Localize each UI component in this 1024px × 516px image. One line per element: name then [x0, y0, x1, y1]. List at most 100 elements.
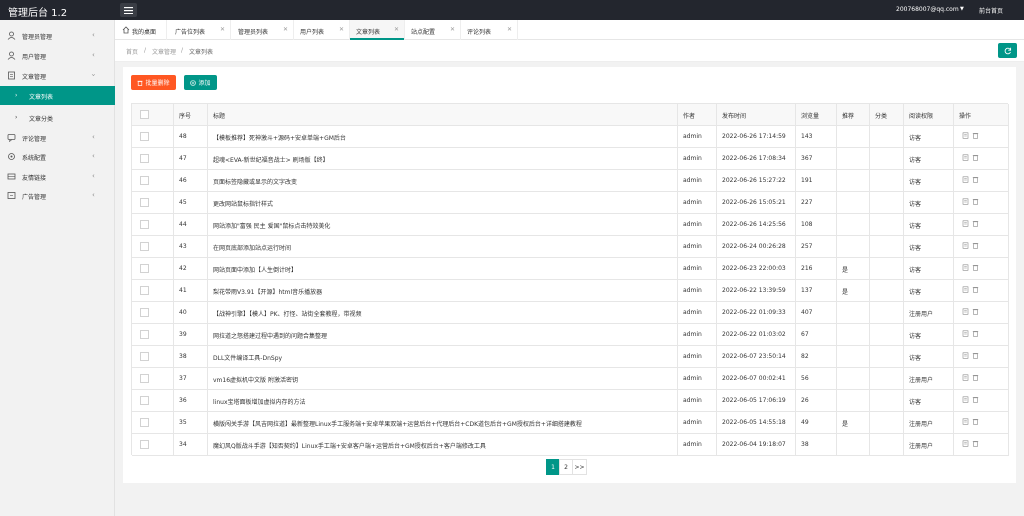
cell-views: 191 — [796, 170, 837, 192]
tab-article-list[interactable]: 文章列表 ✕ — [350, 20, 405, 40]
tab-comment-list[interactable]: 评论列表 ✕ — [461, 20, 518, 40]
row-checkbox[interactable] — [140, 132, 149, 141]
trash-icon[interactable] — [972, 264, 979, 271]
sidebar-item-system[interactable]: 系统配置 ‹ — [0, 147, 115, 166]
row-checkbox[interactable] — [140, 220, 149, 229]
row-checkbox[interactable] — [140, 308, 149, 317]
cell-text: 梨花带雨V3.91【开源】html音乐播放器 — [213, 289, 323, 296]
cell-permission: 注册用户 — [904, 302, 954, 324]
trash-icon[interactable] — [972, 220, 979, 227]
edit-icon[interactable] — [962, 264, 969, 271]
cell-category — [870, 280, 904, 302]
tab-admin-list[interactable]: 管理员列表 ✕ — [231, 20, 294, 40]
breadcrumb-article-mgmt[interactable]: 文章管理 — [152, 47, 176, 56]
edit-icon[interactable] — [962, 352, 969, 359]
close-icon[interactable]: ✕ — [394, 26, 399, 33]
refresh-button[interactable] — [998, 43, 1017, 58]
row-checkbox[interactable] — [140, 440, 149, 449]
tab-home[interactable]: 我的桌面 — [115, 20, 167, 40]
sidebar-item-users[interactable]: 用户管理 ‹ — [0, 46, 115, 65]
caret-down-icon[interactable]: ▼ — [960, 6, 964, 12]
tab-user-list[interactable]: 用户列表 ✕ — [294, 20, 350, 40]
row-checkbox[interactable] — [140, 176, 149, 185]
edit-icon[interactable] — [962, 308, 969, 315]
trash-icon[interactable] — [972, 352, 979, 359]
batch-delete-button[interactable]: 批量删除 — [131, 75, 176, 90]
edit-icon[interactable] — [962, 176, 969, 183]
add-article-button[interactable]: 添加 — [184, 75, 217, 90]
cell-text: 2022-06-04 19:18:07 — [722, 441, 786, 448]
cell-text: 2022-06-26 15:27:22 — [722, 177, 786, 184]
row-checkbox[interactable] — [140, 418, 149, 427]
sidebar-subitem-article-list[interactable]: › 文章列表 — [0, 86, 115, 105]
trash-icon[interactable] — [972, 330, 979, 337]
trash-icon[interactable] — [972, 154, 979, 161]
sidebar-item-admin[interactable]: 管理员管理 ‹ — [0, 26, 115, 45]
cell-recommend — [837, 324, 870, 346]
trash-icon[interactable] — [972, 418, 979, 425]
sidebar-item-ads[interactable]: 广告管理 ‹ — [0, 186, 115, 205]
trash-icon[interactable] — [972, 396, 979, 403]
next-page-button[interactable]: >> — [572, 459, 587, 475]
page-2-button[interactable]: 2 — [559, 459, 573, 475]
trash-icon[interactable] — [972, 308, 979, 315]
edit-icon[interactable] — [962, 154, 969, 161]
edit-icon[interactable] — [962, 396, 969, 403]
edit-icon[interactable] — [962, 198, 969, 205]
row-checkbox[interactable] — [140, 198, 149, 207]
sidebar-subitem-article-category[interactable]: › 文章分类 — [0, 108, 115, 127]
tab-ad-positions[interactable]: 广告位列表 ✕ — [167, 20, 231, 40]
menu-toggle-button[interactable] — [120, 3, 137, 17]
tab-site-config[interactable]: 站点配置 ✕ — [405, 20, 461, 40]
edit-icon[interactable] — [962, 330, 969, 337]
row-checkbox[interactable] — [140, 396, 149, 405]
cell-title: 【模板推荐】死神激斗+源码+安卓单端+GM后台 — [208, 126, 678, 148]
row-checkbox[interactable] — [140, 242, 149, 251]
edit-icon[interactable] — [962, 418, 969, 425]
cell-recommend — [837, 148, 870, 170]
close-icon[interactable]: ✕ — [450, 26, 455, 33]
select-all-checkbox[interactable] — [140, 110, 149, 119]
breadcrumb-home[interactable]: 首页 — [126, 47, 138, 56]
sidebar-item-comments[interactable]: 评论管理 ‹ — [0, 128, 115, 147]
cell-text: 注册用户 — [909, 421, 934, 428]
row-checkbox[interactable] — [140, 154, 149, 163]
cell-permission: 访客 — [904, 258, 954, 280]
row-checkbox[interactable] — [140, 286, 149, 295]
cell-text: 2022-06-22 01:09:33 — [722, 309, 786, 316]
edit-icon[interactable] — [962, 132, 969, 139]
trash-icon[interactable] — [972, 286, 979, 293]
trash-icon[interactable] — [972, 132, 979, 139]
cell-text: 2022-06-07 00:02:41 — [722, 375, 786, 382]
cell-title: 超魂<EVA-新世纪福音战士> 刷场版【终】 — [208, 148, 678, 170]
trash-icon[interactable] — [972, 374, 979, 381]
close-icon[interactable]: ✕ — [339, 26, 344, 33]
close-icon[interactable]: ✕ — [283, 26, 288, 33]
row-checkbox[interactable] — [140, 352, 149, 361]
header-cell-recommend: 推荐 — [837, 104, 870, 126]
cell-id: 46 — [174, 170, 208, 192]
row-checkbox[interactable] — [140, 330, 149, 339]
cell-time: 2022-06-26 17:14:59 — [717, 126, 796, 148]
sidebar-item-links[interactable]: 友情链接 ‹ — [0, 167, 115, 186]
trash-icon[interactable] — [972, 176, 979, 183]
user-email[interactable]: 200768007@qq.com — [896, 6, 959, 13]
close-icon[interactable]: ✕ — [507, 26, 512, 33]
cell-text: 143 — [801, 133, 813, 140]
row-checkbox[interactable] — [140, 374, 149, 383]
front-page-link[interactable]: 前台首页 — [979, 6, 1003, 15]
edit-icon[interactable] — [962, 242, 969, 249]
edit-icon[interactable] — [962, 220, 969, 227]
cell-time: 2022-06-05 14:55:18 — [717, 412, 796, 434]
edit-icon[interactable] — [962, 440, 969, 447]
page-1-button[interactable]: 1 — [546, 459, 560, 475]
trash-icon[interactable] — [972, 242, 979, 249]
sidebar-item-articles[interactable]: 文章管理 ‹ — [0, 66, 115, 85]
trash-icon[interactable] — [972, 198, 979, 205]
row-checkbox[interactable] — [140, 264, 149, 273]
trash-icon[interactable] — [972, 440, 979, 447]
close-icon[interactable]: ✕ — [220, 26, 225, 33]
cell-actions — [954, 170, 1009, 192]
edit-icon[interactable] — [962, 286, 969, 293]
edit-icon[interactable] — [962, 374, 969, 381]
